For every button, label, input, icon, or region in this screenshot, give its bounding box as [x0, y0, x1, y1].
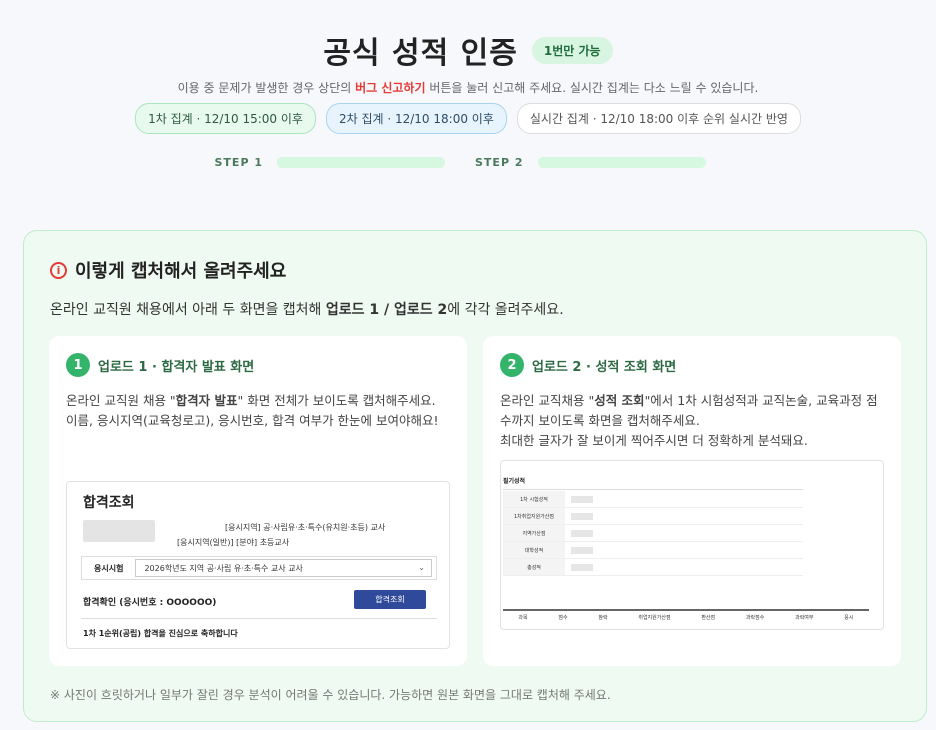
- column-header: 점수: [558, 615, 568, 621]
- step-2-label: STEP 2: [475, 156, 524, 169]
- mock-table-header: 과목 점수 참락 취업지원가산점 환산점 과락점수 과락여부 응시: [503, 614, 869, 621]
- mock-title: 합격조회: [83, 495, 135, 511]
- card-title: 업로드 2 · 성적 조회 화면: [532, 359, 677, 375]
- step-number-badge: 2: [500, 353, 524, 377]
- card-paragraph: 온라인 교직채용 "성적 조회"에서 1차 시험성적과 교직논술, 교육과정 점…: [500, 391, 888, 431]
- mock-title: 필기성적: [503, 478, 526, 485]
- divider: [503, 489, 803, 490]
- row-label: 대학성적: [503, 542, 565, 558]
- info-icon: i: [50, 261, 67, 279]
- column-header: 과락여부: [795, 615, 814, 621]
- divider: [81, 618, 437, 619]
- panel-heading: i 이렇게 캡처해서 올려주세요: [50, 257, 286, 283]
- step-1-bar: [277, 157, 445, 168]
- mock-select-row: 응시시험 2026학년도 지역 공·사립 유·초·특수 교사 교사 ⌄: [81, 556, 437, 580]
- row-label: 지역가산점: [503, 525, 565, 541]
- card-paragraph: 온라인 교직원 채용 "합격자 발표" 화면 전체가 보이도록 캡처해주세요.: [66, 391, 454, 411]
- card-head: 2 업로드 2 · 성적 조회 화면: [500, 353, 676, 377]
- blurred-logo: [83, 520, 155, 542]
- footnote: ※ 사진이 흐릿하거나 일부가 잘린 경우 분석이 어려울 수 있습니다. 가능…: [50, 688, 611, 702]
- step-indicator: STEP 1 STEP 2: [0, 156, 936, 169]
- text: 온라인 교직원 채용 ": [66, 393, 176, 408]
- column-header: 응시: [844, 615, 854, 621]
- column-header: 과목: [518, 615, 528, 621]
- mock-congrats-text: 1차 1순위(공립) 합격을 진심으로 축하합니다: [83, 629, 238, 638]
- column-header: 취업지원가산점: [638, 615, 671, 621]
- text: 온라인 교직채용 ": [500, 393, 595, 408]
- column-header: 환산점: [701, 615, 716, 621]
- card-body: 온라인 교직채용 "성적 조회"에서 1차 시험성적과 교직논술, 교육과정 점…: [500, 391, 888, 451]
- page-title: 공식 성적 인증: [323, 36, 518, 71]
- example-result-screenshot: 합격조회 [응시지역] 공·사립유·초·특수(유치원·초등) 교사 [응시지역(…: [66, 481, 450, 649]
- upload-1-card: 1 업로드 1 · 합격자 발표 화면 온라인 교직원 채용 "합격자 발표" …: [49, 336, 467, 666]
- mock-info: [응시지역(일반)] [분야] 초등교사: [177, 538, 290, 547]
- card-paragraph: 최대한 글자가 잘 보이게 찍어주시면 더 정확하게 분석돼요.: [500, 433, 808, 448]
- blurred-value: [571, 512, 593, 520]
- bug-report-text: 버그 신고하기: [355, 81, 426, 95]
- card-body: 온라인 교직원 채용 "합격자 발표" 화면 전체가 보이도록 캡처해주세요. …: [66, 391, 454, 431]
- upload-2-card: 2 업로드 2 · 성적 조회 화면 온라인 교직채용 "성적 조회"에서 1차…: [483, 336, 901, 666]
- blurred-value: [571, 495, 593, 503]
- column-header: 참락: [598, 615, 608, 621]
- row-label: 1차 시험성적: [503, 491, 565, 507]
- once-badge: 1번만 가능: [531, 36, 613, 64]
- bold-text: 성적 조회: [594, 393, 645, 408]
- capture-guide-panel: i 이렇게 캡처해서 올려주세요 온라인 교직원 채용에서 아래 두 화면을 캡…: [23, 230, 927, 722]
- card-paragraph: 이름, 응시지역(교육청로고), 응시번호, 합격 여부가 한눈에 보여야해요!: [66, 413, 439, 428]
- mock-select-value: 2026학년도 지역 공·사립 유·초·특수 교사 교사: [144, 563, 303, 573]
- panel-heading-text: 이렇게 캡처해서 올려주세요: [75, 261, 287, 282]
- desc-text: 온라인 교직원 채용에서 아래 두 화면을 캡처해: [50, 302, 326, 318]
- mock-select-label: 응시시험: [94, 563, 124, 573]
- subtitle-text: 이용 중 문제가 발생한 경우 상단의: [177, 81, 356, 95]
- schedule-pills: 1차 집계 · 12/10 15:00 이후 2차 집계 · 12/10 18:…: [0, 103, 936, 134]
- pill-second-count: 2차 집계 · 12/10 18:00 이후: [325, 103, 507, 134]
- table-row: 총성적: [503, 559, 803, 576]
- bold-text: 합격자 발표: [175, 393, 238, 408]
- pill-realtime-count: 실시간 집계 · 12/10 18:00 이후 순위 실시간 반영: [516, 103, 801, 134]
- divider: [503, 609, 869, 611]
- table-row: 1차취업지원가산점: [503, 508, 803, 525]
- title-row: 공식 성적 인증 1번만 가능: [0, 28, 936, 72]
- column-header: 과락점수: [745, 615, 765, 621]
- blurred-value: [571, 546, 593, 554]
- subtitle-text: 버튼을 눌러 신고해 주세요. 실시간 집계는 다소 느릴 수 있습니다.: [425, 81, 759, 95]
- mock-info: [응시지역] 공·사립유·초·특수(유치원·초등) 교사: [225, 523, 386, 532]
- table-row: 지역가산점: [503, 525, 803, 542]
- panel-description: 온라인 교직원 채용에서 아래 두 화면을 캡처해 업로드 1 / 업로드 2에…: [50, 299, 564, 319]
- mock-check-button: 합격조회: [354, 590, 426, 609]
- row-label: 1차취업지원가산점: [503, 508, 565, 524]
- mock-score-rows: 1차 시험성적 1차취업지원가산점 지역가산점 대학성적 총성적: [503, 491, 803, 576]
- row-label: 총성적: [503, 559, 565, 575]
- blurred-value: [571, 563, 593, 571]
- step-1-label: STEP 1: [214, 156, 263, 169]
- subtitle: 이용 중 문제가 발생한 경우 상단의 버그 신고하기 버튼을 눌러 신고해 주…: [0, 79, 936, 96]
- table-row: 대학성적: [503, 542, 803, 559]
- card-title: 업로드 1 · 합격자 발표 화면: [98, 359, 255, 375]
- step-number-badge: 1: [66, 353, 90, 377]
- step-2-bar: [537, 157, 706, 168]
- pill-first-count: 1차 집계 · 12/10 15:00 이후: [135, 103, 316, 134]
- mock-select: 2026학년도 지역 공·사립 유·초·특수 교사 교사 ⌄: [135, 559, 432, 577]
- example-score-screenshot: 필기성적 1차 시험성적 1차취업지원가산점 지역가산점 대학성적 총성적 과목…: [500, 460, 884, 630]
- blurred-value: [571, 529, 593, 537]
- mock-confirm-text: 합격확인 (응시번호 : OOOOOO): [83, 598, 217, 608]
- text: " 화면 전체가 보이도록 캡처해주세요.: [237, 393, 436, 408]
- desc-bold: 업로드 1 / 업로드 2: [325, 302, 448, 318]
- chevron-down-icon: ⌄: [418, 563, 425, 572]
- card-head: 1 업로드 1 · 합격자 발표 화면: [66, 353, 254, 377]
- desc-text: 에 각각 올려주세요.: [447, 302, 564, 318]
- table-row: 1차 시험성적: [503, 491, 803, 508]
